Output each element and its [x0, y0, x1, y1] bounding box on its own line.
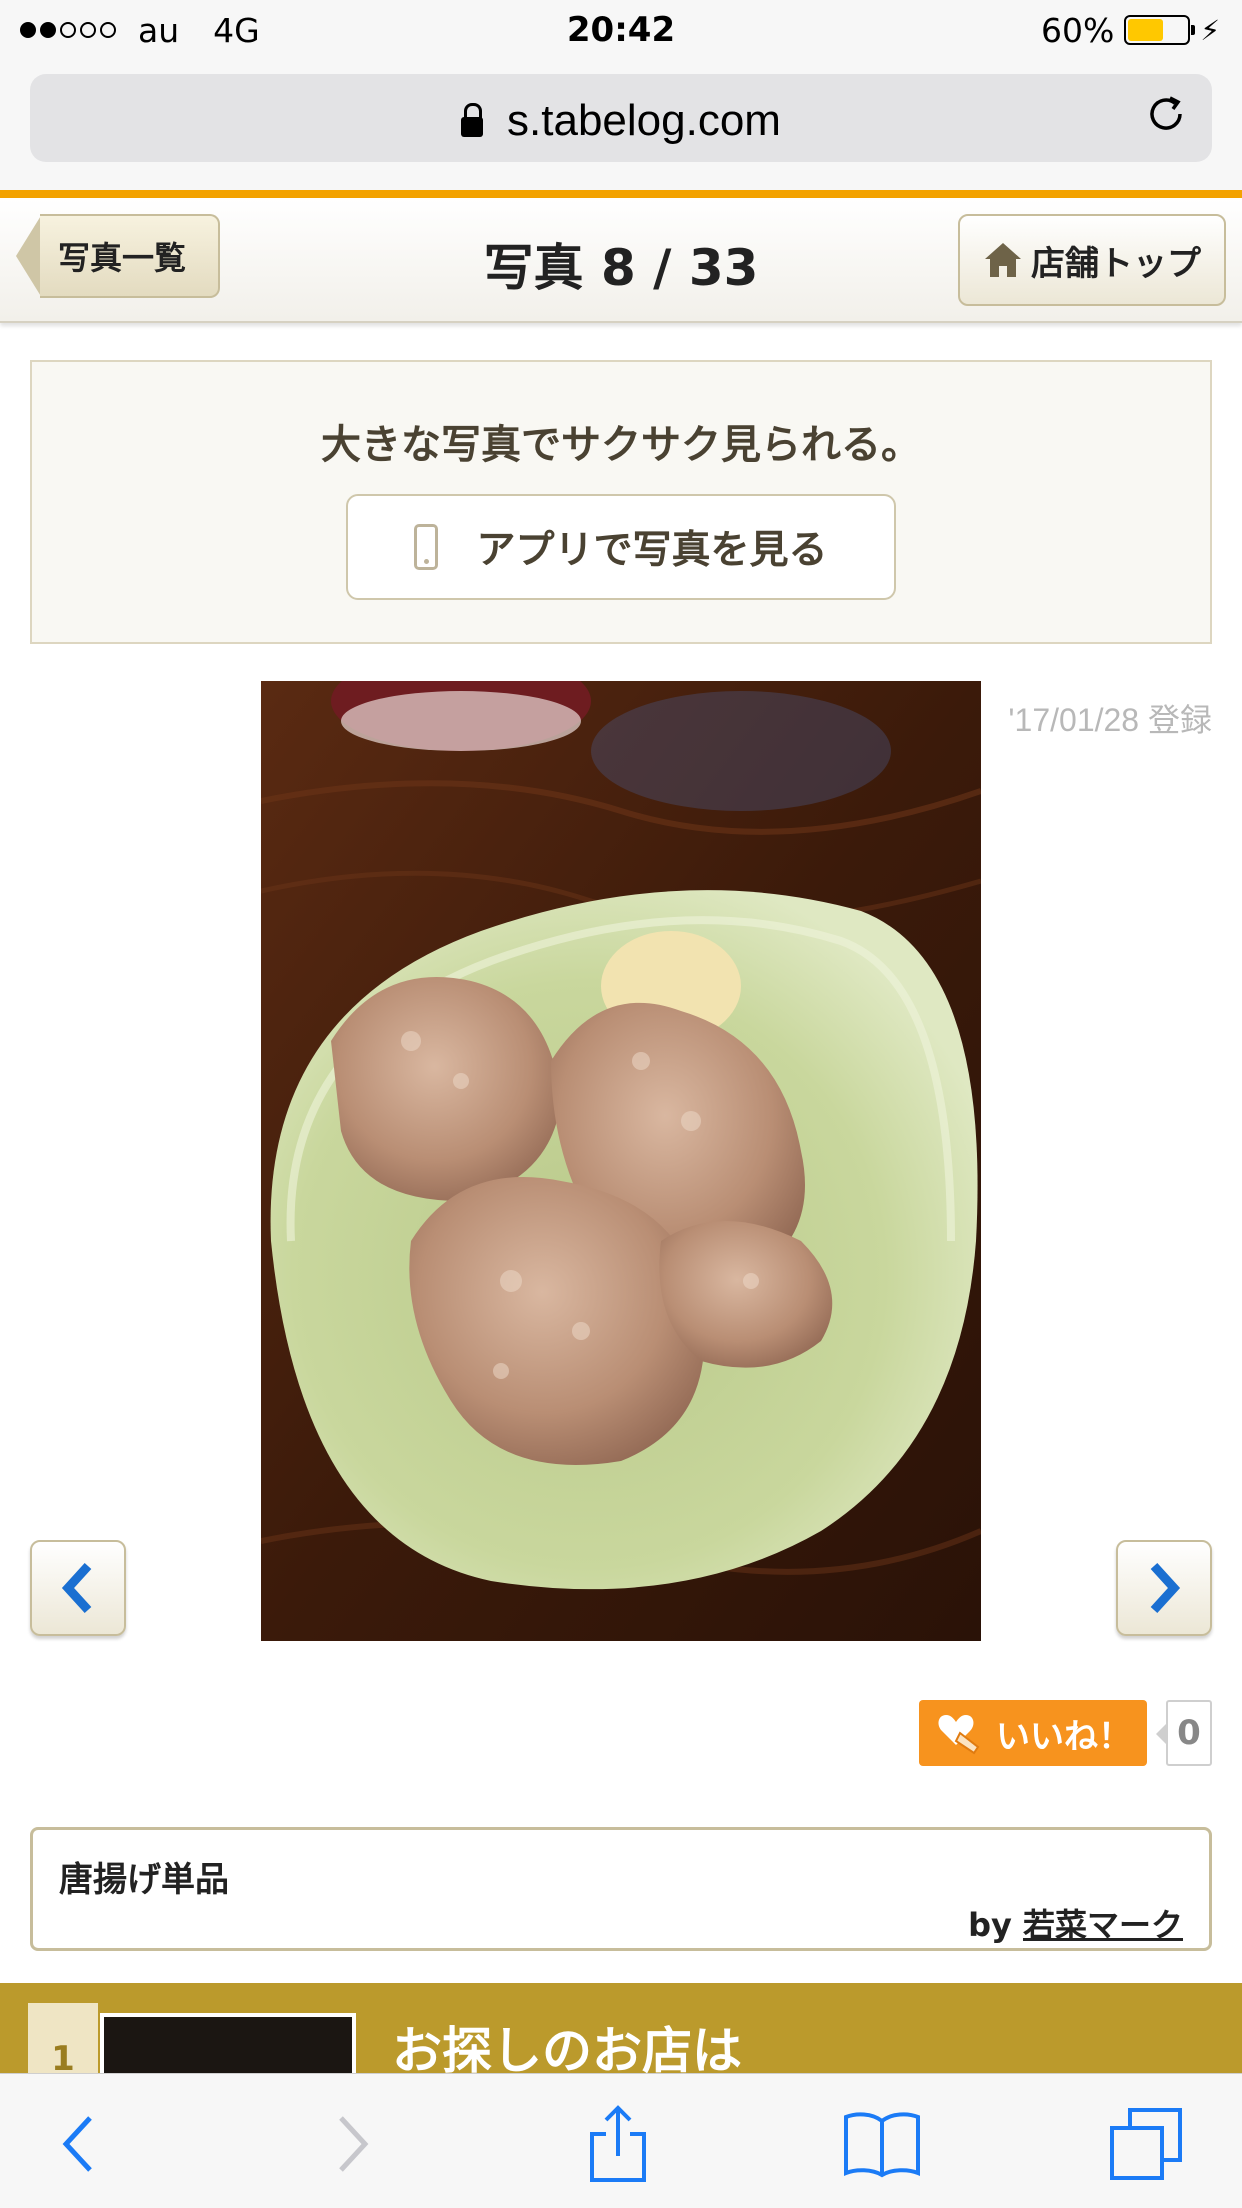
photo-author: by 若菜マーク	[968, 1900, 1183, 1946]
open-in-app-button[interactable]: アプリで写真を見る	[346, 494, 896, 600]
battery-icon	[1124, 15, 1196, 45]
banner-thumbnail	[100, 2013, 356, 2073]
next-photo-button[interactable]	[1116, 1540, 1212, 1636]
accent-divider	[0, 190, 1242, 198]
ranking-banner[interactable]: 1 お探しのお店は	[0, 1983, 1242, 2073]
heart-hand-icon	[938, 1715, 980, 1755]
share-icon[interactable]	[578, 2104, 658, 2184]
photo-caption-title: 唐揚げ単品	[59, 1860, 229, 1900]
by-label: by	[968, 1906, 1012, 1944]
address-bar[interactable]: s.tabelog.com	[30, 74, 1212, 162]
rank-number: 1	[51, 2039, 75, 2073]
battery-percent: 60%	[1040, 10, 1115, 50]
photo-date: '17/01/28 登録	[1008, 702, 1212, 738]
promo-text: 大きな写真でサクサク見られる。	[321, 422, 921, 468]
like-label: いいね！	[996, 1716, 1132, 1757]
charging-icon: ⚡	[1200, 13, 1220, 47]
rank-crown-icon: 1	[28, 2003, 98, 2073]
previous-photo-button[interactable]	[30, 1540, 126, 1636]
chevron-left-icon	[61, 1562, 92, 1614]
home-icon	[985, 243, 1021, 277]
browser-toolbar	[0, 2073, 1242, 2208]
banner-text: お探しのお店は	[392, 2022, 742, 2073]
author-link[interactable]: 若菜マーク	[1023, 1906, 1183, 1944]
like-count: 0	[1156, 1700, 1212, 1766]
url-text: s.tabelog.com	[507, 96, 781, 145]
status-bar: au 4G 20:42 60% ⚡	[0, 0, 1242, 62]
food-photo[interactable]	[261, 681, 981, 1641]
photo-caption-box: 唐揚げ単品 by 若菜マーク	[30, 1827, 1212, 1951]
browser-bar: s.tabelog.com	[0, 62, 1242, 192]
bookmarks-icon[interactable]	[842, 2104, 922, 2184]
back-icon[interactable]	[38, 2104, 118, 2184]
forward-icon[interactable]	[313, 2104, 393, 2184]
status-right: 60% ⚡	[1041, 10, 1220, 50]
open-in-app-label: アプリで写真を見る	[476, 528, 828, 573]
tabs-icon[interactable]	[1106, 2104, 1186, 2184]
like-button[interactable]: いいね！	[919, 1700, 1147, 1766]
url-display[interactable]: s.tabelog.com	[30, 96, 1212, 146]
page-header: 写真一覧 写真 8 / 33 店舗トップ	[0, 198, 1242, 323]
lock-icon	[461, 103, 484, 137]
chevron-right-icon	[1150, 1562, 1181, 1614]
reload-icon[interactable]	[1142, 92, 1190, 140]
store-top-button[interactable]: 店舗トップ	[958, 214, 1226, 306]
app-promo-box: 大きな写真でサクサク見られる。 アプリで写真を見る	[30, 360, 1212, 644]
smartphone-icon	[414, 524, 439, 570]
store-top-label: 店舗トップ	[1031, 243, 1201, 284]
